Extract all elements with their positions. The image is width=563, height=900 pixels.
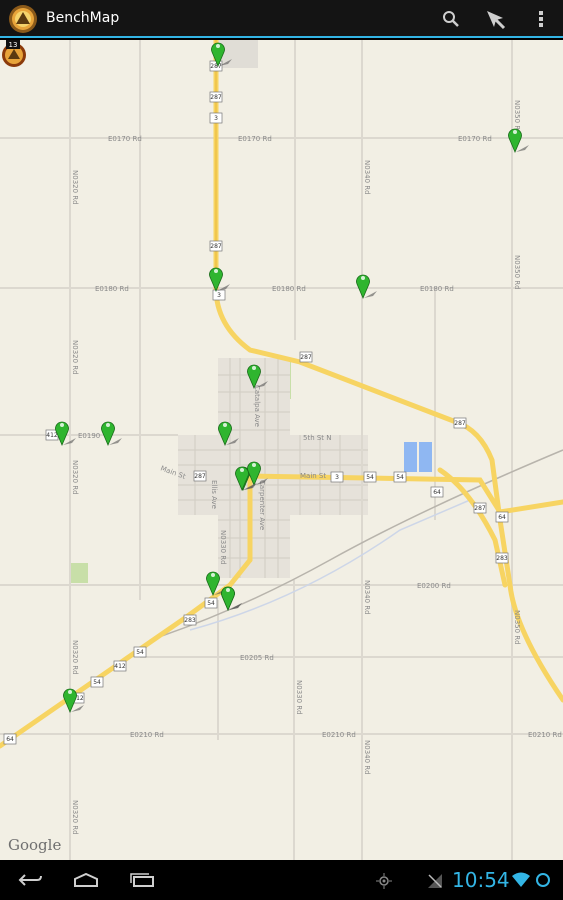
water-area bbox=[419, 442, 432, 472]
benchmark-logo-icon[interactable] bbox=[8, 4, 38, 34]
svg-text:412: 412 bbox=[114, 663, 126, 670]
map-view[interactable]: E0170 Rd E0170 Rd E0170 Rd E0180 Rd E018… bbox=[0, 40, 563, 860]
road-label: E0210 Rd bbox=[130, 731, 164, 739]
road-label: E0170 Rd bbox=[108, 135, 142, 143]
recent-apps-button[interactable] bbox=[120, 860, 164, 900]
water-area bbox=[404, 442, 417, 472]
svg-text:287: 287 bbox=[194, 473, 206, 480]
road-label: E0210 Rd bbox=[528, 731, 562, 739]
benchmark-count-badge[interactable]: 13 bbox=[0, 40, 28, 68]
svg-text:64: 64 bbox=[433, 489, 441, 496]
road-label: N0320 Rd bbox=[71, 170, 79, 205]
svg-text:54: 54 bbox=[136, 649, 144, 656]
road-label: N0350 Rd bbox=[513, 255, 521, 290]
svg-text:287: 287 bbox=[300, 354, 312, 361]
svg-text:13: 13 bbox=[9, 41, 18, 49]
back-icon bbox=[18, 874, 42, 886]
road-label: 5th St N bbox=[303, 434, 332, 442]
svg-text:64: 64 bbox=[498, 514, 506, 521]
wifi-icon bbox=[512, 872, 530, 887]
action-bar: BenchMap bbox=[0, 0, 563, 38]
road-label: Main St bbox=[300, 472, 326, 480]
road-label: E0180 Rd bbox=[420, 285, 454, 293]
svg-text:54: 54 bbox=[366, 474, 374, 481]
benchmark-marker-icon[interactable] bbox=[55, 421, 77, 447]
recent-apps-icon bbox=[130, 873, 154, 887]
road-label: Catalpa Ave bbox=[253, 385, 261, 427]
svg-text:287: 287 bbox=[210, 94, 222, 101]
road-label: N0340 Rd bbox=[363, 160, 371, 195]
benchmark-markers bbox=[55, 42, 529, 714]
road-label: Carpenter Ave bbox=[258, 480, 266, 530]
road-label: E0190 bbox=[78, 432, 100, 440]
svg-text:412: 412 bbox=[46, 432, 58, 439]
park-area bbox=[70, 563, 88, 583]
svg-text:287: 287 bbox=[454, 420, 466, 427]
road-label: Ellis Ave bbox=[210, 480, 218, 509]
navigation-bar: 10:54 bbox=[0, 860, 563, 900]
home-icon bbox=[74, 873, 98, 887]
sync-icon bbox=[536, 873, 550, 887]
app-title: BenchMap bbox=[46, 10, 120, 26]
road-label: N0340 Rd bbox=[363, 740, 371, 775]
road-label: N0320 Rd bbox=[71, 800, 79, 835]
gps-icon bbox=[376, 873, 392, 889]
road-label: N0320 Rd bbox=[71, 340, 79, 375]
road-label: N0350 Rd bbox=[513, 610, 521, 645]
google-attribution: Google bbox=[8, 836, 62, 854]
road-label: E0205 Rd bbox=[240, 654, 274, 662]
search-icon bbox=[443, 11, 459, 27]
svg-text:283: 283 bbox=[184, 617, 196, 624]
location-arrow-icon bbox=[487, 11, 506, 30]
svg-text:54: 54 bbox=[207, 600, 215, 607]
road-label: N0330 Rd bbox=[295, 680, 303, 715]
svg-text:54: 54 bbox=[396, 474, 404, 481]
road-label: N0320 Rd bbox=[71, 640, 79, 675]
road-label: E0210 Rd bbox=[322, 731, 356, 739]
road-label: E0170 Rd bbox=[238, 135, 272, 143]
road-label: E0170 Rd bbox=[458, 135, 492, 143]
svg-text:3: 3 bbox=[214, 115, 218, 122]
overflow-menu-icon bbox=[539, 11, 543, 27]
svg-text:287: 287 bbox=[210, 243, 222, 250]
status-clock: 10:54 bbox=[452, 868, 510, 892]
benchmark-marker-icon[interactable] bbox=[221, 586, 243, 612]
road-label: E0180 Rd bbox=[95, 285, 129, 293]
benchmark-marker-icon[interactable] bbox=[356, 274, 378, 300]
benchmark-marker-icon[interactable] bbox=[101, 421, 123, 447]
road-label: E0180 Rd bbox=[272, 285, 306, 293]
no-signal-icon bbox=[428, 874, 442, 888]
road-label: N0340 Rd bbox=[363, 580, 371, 615]
svg-text:287: 287 bbox=[210, 63, 222, 70]
road-label: N0320 Rd bbox=[71, 460, 79, 495]
road-label: E0200 Rd bbox=[417, 582, 451, 590]
svg-text:3: 3 bbox=[335, 474, 339, 481]
search-button[interactable] bbox=[430, 0, 472, 38]
road-label: N0330 Rd bbox=[219, 530, 227, 565]
svg-text:64: 64 bbox=[6, 736, 14, 743]
svg-text:283: 283 bbox=[496, 555, 508, 562]
back-button[interactable] bbox=[8, 860, 52, 900]
svg-text:3: 3 bbox=[217, 292, 221, 299]
svg-text:54: 54 bbox=[93, 679, 101, 686]
overflow-menu-button[interactable] bbox=[520, 0, 562, 38]
location-button[interactable] bbox=[474, 0, 516, 38]
svg-text:287: 287 bbox=[474, 505, 486, 512]
home-button[interactable] bbox=[64, 860, 108, 900]
map-canvas[interactable]: E0170 Rd E0170 Rd E0170 Rd E0180 Rd E018… bbox=[0, 40, 563, 860]
